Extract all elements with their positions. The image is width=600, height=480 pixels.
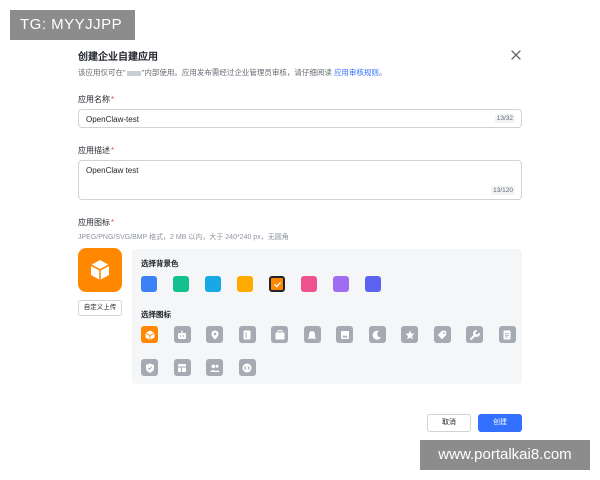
icon-option-tag[interactable] xyxy=(433,326,451,343)
color-swatch[interactable] xyxy=(269,276,285,292)
icon-option-robot[interactable] xyxy=(173,326,191,343)
color-swatch[interactable] xyxy=(173,276,189,292)
icon-option-box[interactable] xyxy=(141,326,158,343)
icon-option-book[interactable] xyxy=(238,326,256,343)
box-icon xyxy=(144,330,155,340)
color-swatch[interactable] xyxy=(301,276,317,292)
watermark-bottom-right: www.portalkai8.com xyxy=(420,440,590,470)
subtitle-text-start: 该应用仅可在" xyxy=(78,68,126,77)
robot-icon xyxy=(178,330,186,339)
dialog-subtitle: 该应用仅可在" "内部使用。应用发布需经过企业管理员审核，请仔细阅读 应用审核规则… xyxy=(78,67,386,78)
box-icon xyxy=(90,260,110,280)
required-mark: * xyxy=(111,146,115,155)
app-desc-label-text: 应用描述 xyxy=(78,146,110,155)
app-name-char-count: 13/32 xyxy=(494,114,515,123)
icon-format-hint: JPEG/PNG/SVG/BMP 格式，2 MB 以内，大于 240*240 p… xyxy=(78,234,289,241)
app-icon-label-text: 应用图标 xyxy=(78,218,110,227)
required-mark: * xyxy=(111,95,115,104)
layout-icon xyxy=(178,363,186,372)
icon-option-wrench[interactable] xyxy=(466,326,483,343)
app-name-label: 应用名称* xyxy=(78,94,114,105)
icon-option-toolbox[interactable] xyxy=(271,326,288,343)
app-desc-char-count: 13/120 xyxy=(491,186,515,195)
app-desc-label: 应用描述* xyxy=(78,145,114,156)
app-desc-value: OpenClaw test xyxy=(86,166,139,175)
book-icon xyxy=(243,330,251,339)
color-swatch[interactable] xyxy=(205,276,221,292)
color-swatch[interactable] xyxy=(141,276,157,292)
wrench-icon xyxy=(469,329,480,340)
star-icon xyxy=(405,330,414,339)
bell-icon xyxy=(308,330,316,339)
required-mark: * xyxy=(111,218,115,227)
subtitle-text-middle: "内部使用。应用发布需经过企业管理员审核，请仔细阅读 xyxy=(141,68,332,77)
icon-option-layout[interactable] xyxy=(173,359,191,376)
shield-icon xyxy=(145,363,154,373)
review-rules-link[interactable]: 应用审核规则 xyxy=(334,68,379,77)
icon-option-code[interactable] xyxy=(238,359,256,376)
tag-icon xyxy=(437,330,447,339)
icon-option-image[interactable] xyxy=(336,326,353,343)
subtitle-text-end: 。 xyxy=(378,68,387,77)
icon-option-moon[interactable] xyxy=(368,326,386,343)
document-icon xyxy=(503,330,511,339)
icon-option-users[interactable] xyxy=(206,359,223,376)
watermark-top-left: TG: MYYJJPP xyxy=(10,10,135,40)
icon-option-document[interactable] xyxy=(498,326,516,343)
close-icon[interactable] xyxy=(509,48,523,62)
cancel-button[interactable]: 取消 xyxy=(427,414,471,432)
icon-option-shield[interactable] xyxy=(141,359,158,376)
app-icon-label: 应用图标* xyxy=(78,217,114,228)
redacted-org-name xyxy=(126,70,141,76)
image-icon xyxy=(340,330,349,339)
bg-color-title: 选择背景色 xyxy=(141,259,179,268)
icon-option-star[interactable] xyxy=(401,326,418,343)
toolbox-icon xyxy=(275,329,284,339)
users-icon xyxy=(210,364,219,372)
moon-icon xyxy=(372,330,381,340)
app-name-input[interactable]: OpenClaw-test 13/32 xyxy=(78,109,522,128)
icon-select-title: 选择图标 xyxy=(141,310,171,319)
app-desc-textarea[interactable]: OpenClaw test 13/120 xyxy=(78,160,522,200)
code-icon xyxy=(242,363,252,372)
check-icon xyxy=(273,281,281,288)
app-icon-preview xyxy=(78,248,122,292)
app-name-label-text: 应用名称 xyxy=(78,95,110,104)
icon-option-map-pin[interactable] xyxy=(206,326,223,343)
icon-picker-panel: 选择背景色 选择图标 xyxy=(132,249,522,384)
color-swatch[interactable] xyxy=(237,276,253,292)
app-name-value: OpenClaw-test xyxy=(86,115,139,124)
map-pin-icon xyxy=(211,330,218,339)
color-swatch[interactable] xyxy=(333,276,349,292)
icon-option-bell[interactable] xyxy=(303,326,321,343)
dialog-title: 创建企业自建应用 xyxy=(78,52,158,63)
create-button[interactable]: 创建 xyxy=(478,414,522,432)
custom-upload-button[interactable]: 自定义上传 xyxy=(78,300,122,316)
color-swatch[interactable] xyxy=(365,276,381,292)
